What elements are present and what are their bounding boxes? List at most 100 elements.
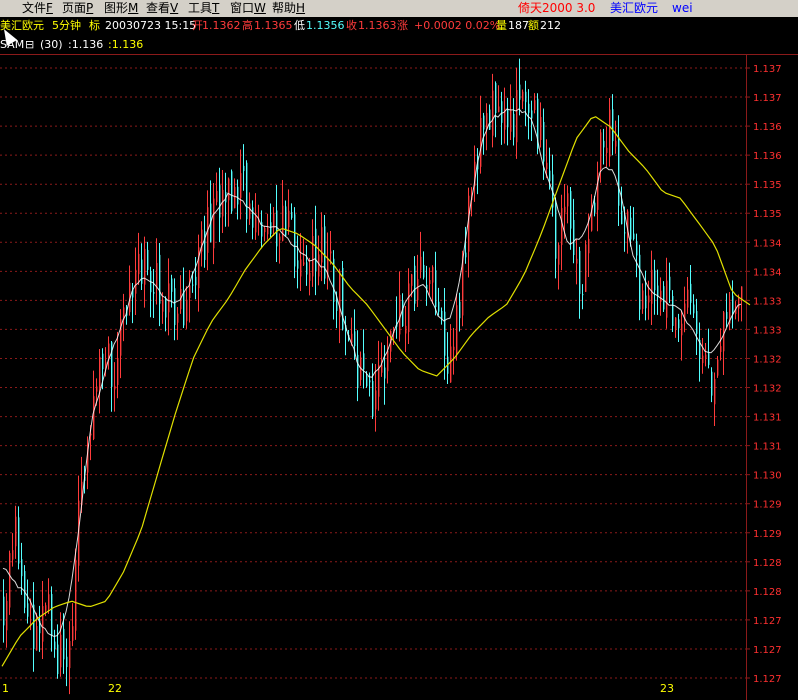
- candle-body: [585, 244, 587, 292]
- candle-body: [519, 84, 521, 100]
- candle-body: [690, 283, 692, 303]
- candle-body: [588, 238, 590, 254]
- candle-body: [60, 634, 62, 668]
- candle-body: [681, 323, 683, 336]
- candle-body: [708, 352, 710, 365]
- menu-item-m[interactable]: 图形M: [104, 1, 138, 16]
- candle-body: [18, 517, 20, 564]
- quote-amount: 212: [540, 19, 561, 32]
- candle-body: [216, 190, 218, 203]
- candle-body: [666, 280, 668, 318]
- quote-open: 1.1362: [202, 19, 241, 32]
- candle-body: [417, 279, 419, 301]
- candle-body: [507, 109, 509, 128]
- candle-body: [153, 292, 155, 294]
- candle-body: [375, 390, 377, 410]
- candle-body: [516, 90, 518, 143]
- menu-item-w[interactable]: 窗口W: [230, 1, 266, 16]
- indicator-period: (30): [40, 38, 63, 51]
- candle-body: [294, 214, 296, 267]
- candle-body: [489, 109, 491, 130]
- menu-item-t[interactable]: 工具T: [188, 1, 219, 16]
- quote-close: 1.1363: [358, 19, 397, 32]
- price-tick-label: 1.135: [753, 209, 782, 220]
- price-tick-label: 1.129: [753, 529, 782, 540]
- menu-item-h[interactable]: 帮助H: [272, 1, 305, 16]
- candle-body: [660, 290, 662, 302]
- menu-item-p[interactable]: 页面P: [62, 1, 93, 16]
- candle-body: [576, 258, 578, 264]
- candle-body: [27, 603, 29, 617]
- candle-body: [138, 253, 140, 275]
- candle-body: [93, 396, 95, 439]
- indicator-toggle[interactable]: ⊟: [25, 36, 34, 54]
- candle-body: [312, 235, 314, 277]
- candle-body: [525, 91, 527, 103]
- candle-body: [9, 553, 11, 608]
- candle-body: [498, 106, 500, 112]
- indicator-value2: :1.136: [108, 38, 144, 51]
- candle-body: [6, 600, 8, 631]
- candle-body: [42, 606, 44, 642]
- quote-change-label: 涨: [397, 19, 408, 32]
- candle-body: [420, 256, 422, 271]
- candle-body: [663, 286, 665, 310]
- candle-body: [741, 286, 743, 300]
- candle-body: [705, 354, 707, 359]
- candle-body: [189, 285, 191, 299]
- candle-body: [711, 371, 713, 396]
- candle-body: [531, 110, 533, 119]
- candle-body: [219, 185, 221, 218]
- indicator-value1: :1.136: [68, 38, 104, 51]
- candle-body: [423, 264, 425, 278]
- quote-volume-label: 量: [496, 19, 507, 32]
- menu-item-hotkey: H: [296, 1, 306, 15]
- symbol-title: 美汇欧元: [610, 1, 659, 15]
- candle-body: [639, 254, 641, 310]
- menu-item-v[interactable]: 查看V: [146, 1, 178, 16]
- candle-body: [171, 278, 173, 292]
- candle-body: [738, 297, 740, 309]
- candle-body: [366, 375, 368, 387]
- candle-body: [144, 248, 146, 285]
- candle-body: [54, 641, 56, 650]
- candle-body: [678, 319, 680, 329]
- candle-body: [324, 226, 326, 279]
- candle-body: [213, 198, 215, 249]
- menu-item-hotkey: W: [254, 1, 266, 15]
- candle-body: [387, 350, 389, 372]
- candle-body: [459, 301, 461, 319]
- candle-body: [456, 305, 458, 354]
- quote-high-label: 高: [242, 19, 253, 32]
- kline-chart[interactable]: 1.137 1.137 1.136 1.136 1.135 1.135 1.134 1.134…: [0, 54, 798, 700]
- candle-body: [720, 346, 722, 352]
- candle-body: [3, 596, 5, 626]
- candle-body: [240, 173, 242, 198]
- app-title: 倚天2000 3.0: [518, 1, 596, 15]
- menu-bar: 文件F 页面P 图形M 查看V 工具T 窗口W 帮助H 倚天2000 3.0 美汇欧元 wei: [0, 0, 798, 18]
- menu-item-f[interactable]: 文件F: [22, 1, 53, 16]
- price-tick-label: 1.128: [753, 558, 782, 569]
- candle-body: [45, 605, 47, 611]
- candle-body: [435, 270, 437, 307]
- candle-body: [549, 170, 551, 182]
- price-tick-label: 1.130: [753, 471, 782, 482]
- candle-body: [414, 265, 416, 304]
- candle-body: [561, 208, 563, 245]
- candle-body: [495, 83, 497, 114]
- candle-body: [432, 267, 434, 283]
- candle-body: [579, 250, 581, 294]
- candle-body: [15, 516, 17, 547]
- candle-body: [714, 379, 716, 405]
- candle-body: [453, 346, 455, 351]
- menu-item-label: 工具: [188, 1, 213, 15]
- price-tick-label: 1.129: [753, 500, 782, 511]
- candle-body: [51, 594, 53, 636]
- candle-body: [237, 186, 239, 205]
- quote-period: 5分钟: [52, 19, 81, 32]
- candle-body: [267, 227, 269, 235]
- price-tick-label: 1.127: [753, 616, 782, 627]
- candle-body: [288, 210, 290, 228]
- candle-body: [246, 162, 248, 220]
- candle-body: [546, 162, 548, 170]
